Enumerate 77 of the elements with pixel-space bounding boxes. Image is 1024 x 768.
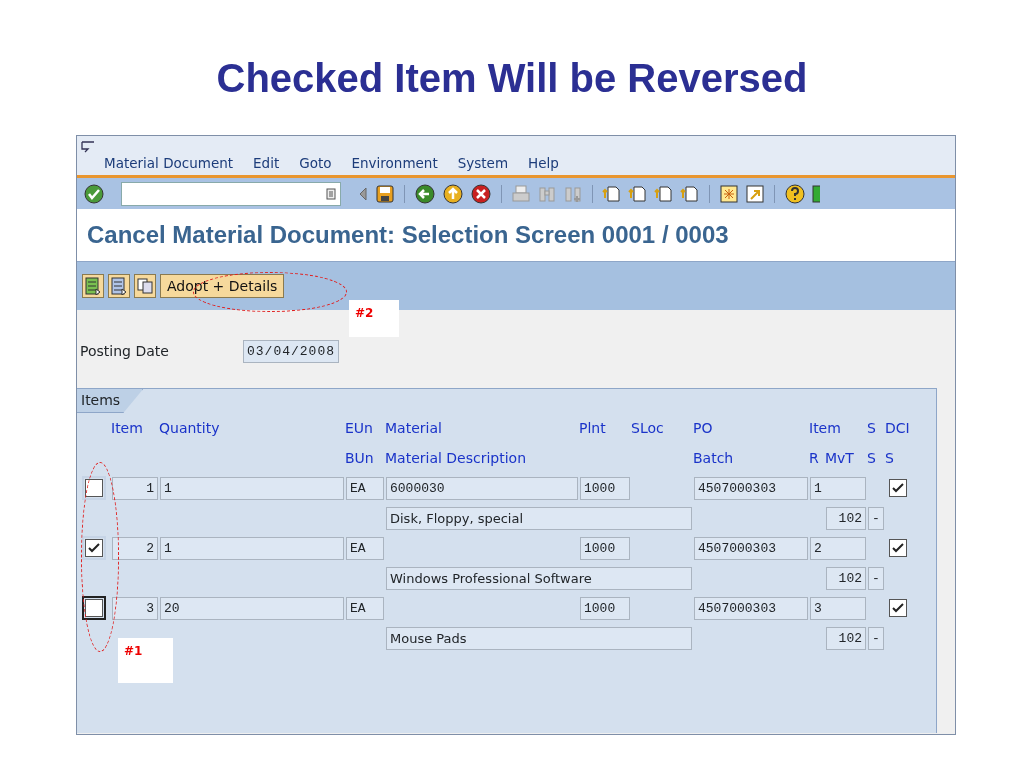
column-header: BUn [345,448,375,468]
annotation-label: #2 [349,300,399,337]
table-field[interactable]: 1000 [580,596,630,620]
table-field[interactable]: Windows Professional Software [386,566,692,590]
table-field[interactable]: Disk, Floppy, special [386,506,692,530]
menu-item[interactable]: System [457,153,509,174]
column-header: Material [385,418,443,438]
column-header: Plnt [579,418,607,438]
items-tab[interactable]: Items [77,389,144,413]
cancel-icon[interactable] [470,182,492,205]
table-field[interactable]: - [868,506,884,530]
shortcut-icon[interactable] [745,183,765,204]
slide-title: Checked Item Will be Reversed [215,55,809,102]
column-header: Batch [693,448,735,468]
table-field[interactable]: Mouse Pads [386,626,692,650]
save-icon[interactable] [375,183,395,204]
column-header: SLoc [631,418,665,438]
list-arrow-button[interactable] [108,274,130,298]
copy-button[interactable] [134,274,156,298]
table-field[interactable]: - [868,566,884,590]
table-field[interactable]: - [868,626,884,650]
table-field[interactable]: EA [346,536,384,560]
help-icon[interactable] [784,182,806,205]
table-field[interactable]: 1 [112,476,158,500]
command-field[interactable] [121,181,341,206]
column-header: DCI [885,418,911,438]
list-arrow-button[interactable] [82,274,104,298]
table-field[interactable]: 20 [160,596,344,620]
menu-item[interactable]: Help [528,153,559,174]
table-field[interactable]: 1000 [580,536,630,560]
menu-item[interactable]: Goto [299,153,332,174]
menu-item[interactable]: Edit [253,153,280,174]
checkbox[interactable] [889,539,907,557]
table-field[interactable]: 4507000303 [694,536,808,560]
column-header: Item [111,418,144,438]
table-field[interactable]: 2 [810,536,866,560]
table-field[interactable]: 1 [160,536,344,560]
column-header: PO [693,418,714,438]
column-header: MvT [825,448,855,468]
column-header: S [867,418,877,438]
table-field[interactable]: 102 [826,506,866,530]
column-header: S [867,448,877,468]
new-window-icon[interactable] [719,183,739,204]
list-icon[interactable] [326,187,336,200]
column-header: R [809,448,820,468]
menu-item[interactable]: Material Document [104,153,234,174]
adopt-details-button[interactable]: Adopt + Details [160,274,285,298]
table-field[interactable]: 3 [810,596,866,620]
column-header: Item [809,418,842,438]
table-field[interactable]: 1 [810,476,866,500]
back-icon[interactable] [414,182,436,205]
table-field[interactable]: 1 [160,476,344,500]
up-icon[interactable] [442,182,464,205]
table-field[interactable]: 102 [826,626,866,650]
checkbox[interactable] [889,599,907,617]
posting-date-label: Posting Date [80,341,170,361]
column-header: Material Description [385,448,528,468]
checkbox[interactable] [889,479,907,497]
table-field[interactable]: 4507000303 [694,476,808,500]
posting-date-field[interactable]: 03/04/2008 [243,339,339,363]
table-field[interactable]: 1000 [580,476,630,500]
window-menu-icon[interactable] [81,140,95,153]
annotation-label: #1 [118,638,173,683]
table-field[interactable]: 6000030 [386,476,578,500]
menu-item[interactable]: Environment [351,153,438,174]
screen-title: Cancel Material Document: Selection Screen 0001 / 0003 [77,209,955,262]
column-header: EUn [345,418,374,438]
table-field[interactable]: EA [346,476,384,500]
table-field[interactable]: 4507000303 [694,596,808,620]
table-field[interactable]: 2 [112,536,158,560]
table-field[interactable]: 102 [826,566,866,590]
table-field[interactable]: EA [346,596,384,620]
column-header: Quantity [159,418,221,438]
checkmark-icon[interactable] [83,182,105,205]
left-arrow-icon[interactable] [357,185,369,202]
column-header: S [885,448,895,468]
table-field[interactable]: 3 [112,596,158,620]
